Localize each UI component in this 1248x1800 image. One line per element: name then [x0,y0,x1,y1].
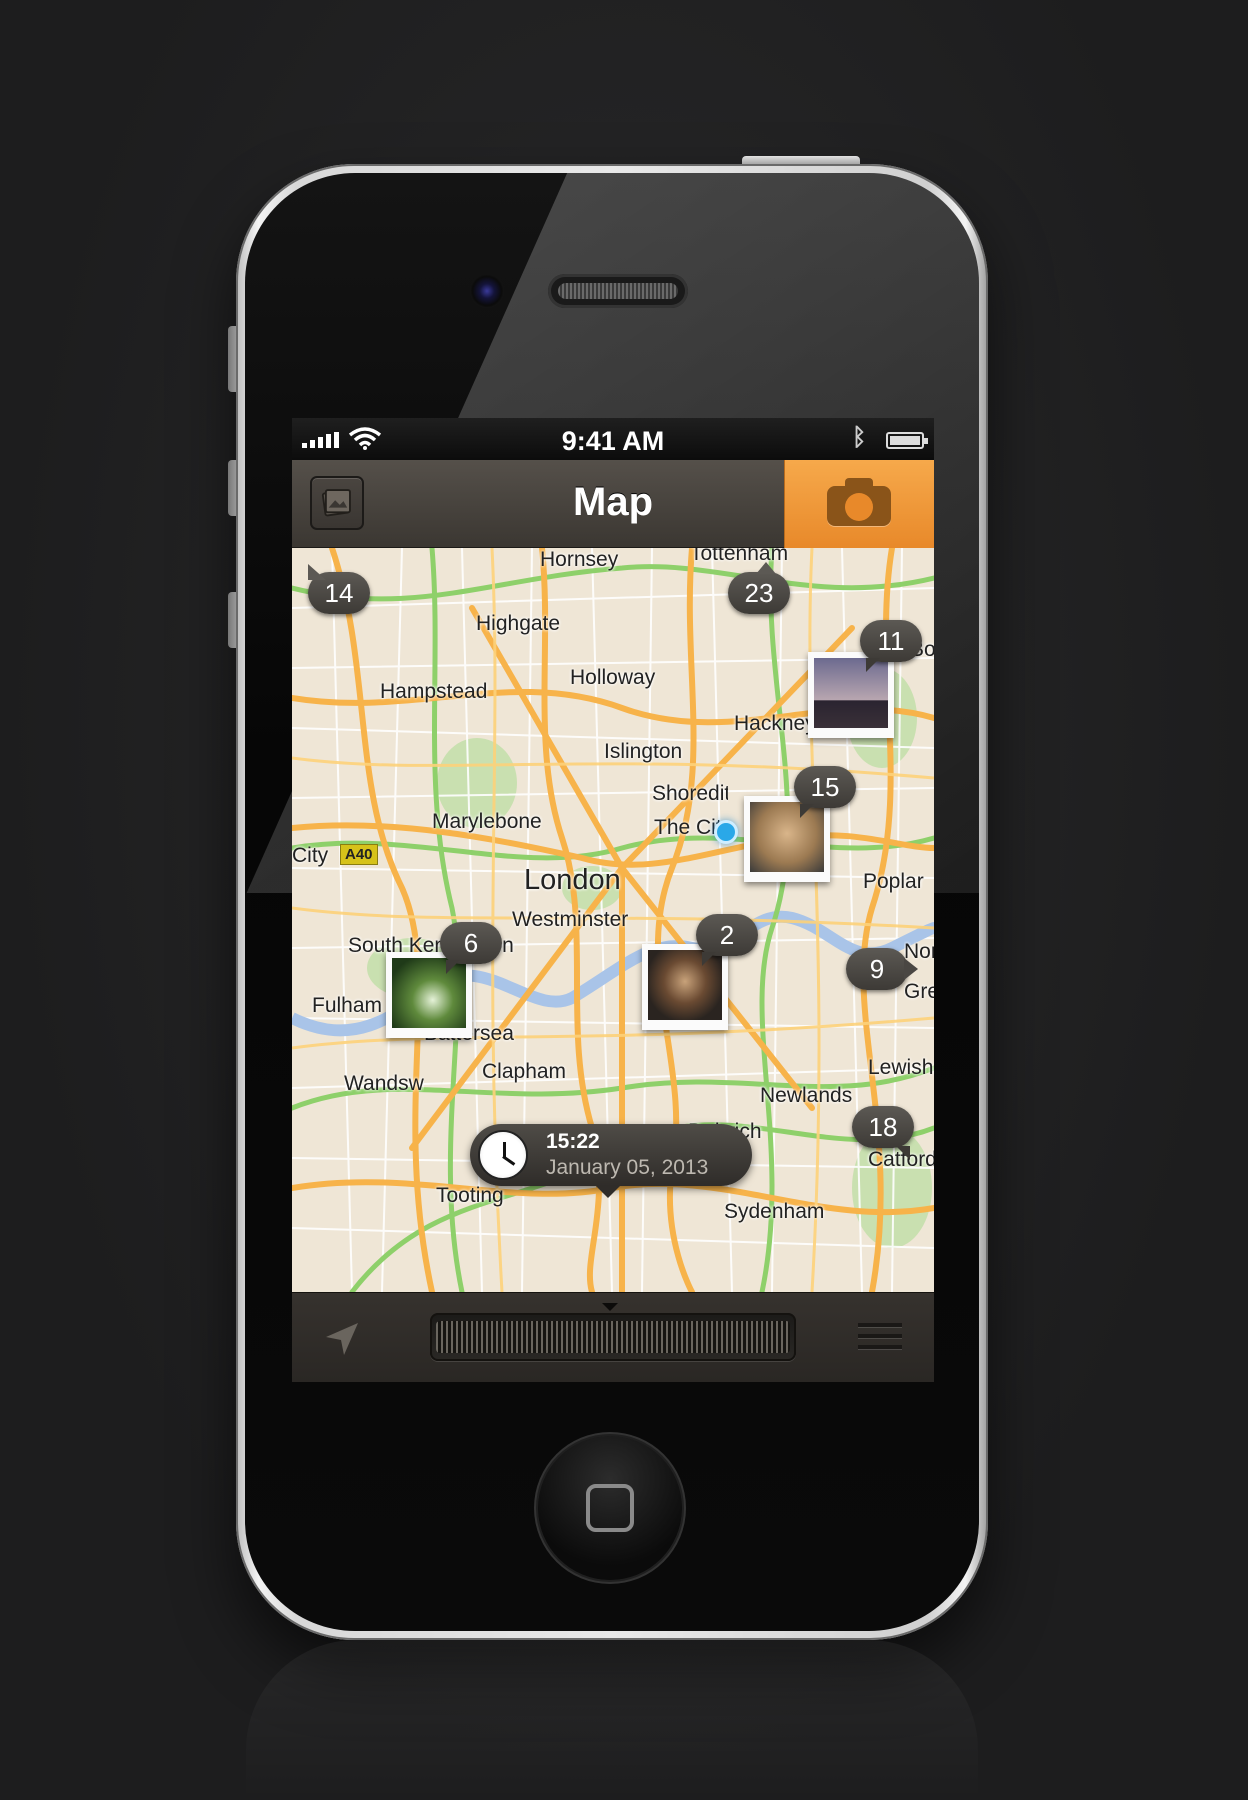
photo-cluster-badge[interactable]: 14 [308,564,370,614]
callout-date: January 05, 2013 [546,1156,709,1179]
place-label: Poplar [863,870,924,893]
photo-cluster-badge[interactable]: 18 [852,1106,914,1160]
road-badge: A40 [340,844,378,865]
place-label: Wandsworth [344,1072,424,1095]
photo-cluster-badge[interactable]: 11 [860,620,922,672]
timeline-scrubber[interactable] [430,1313,796,1361]
status-time: 9:41 AM [561,426,665,456]
photo-cluster-badge[interactable]: 2 [696,914,758,966]
status-bar: 9:41 AM ᛒ [292,418,934,460]
place-label: Hackney [734,712,816,735]
battery-icon [886,432,928,449]
location-arrow-icon[interactable] [322,1319,362,1359]
bluetooth-icon: ᛒ [852,424,867,451]
current-location-dot [714,820,738,844]
place-label: Sydenham [724,1200,825,1223]
phone-reflection [246,1640,978,1800]
place-label: London [524,864,621,896]
place-label: Westminster [512,908,629,931]
place-label: Hampstead [380,680,488,703]
place-label: Tooting [436,1184,504,1207]
bottom-toolbar [292,1292,934,1382]
place-label: Highgate [476,612,561,635]
map-view[interactable]: Hornsey Tottenham Highgate Holloway Hamp… [292,548,934,1292]
place-label: Newlands [760,1084,853,1107]
place-label: Islington [604,740,683,763]
menu-icon[interactable] [858,1323,902,1351]
photo-cluster-badge[interactable]: 6 [440,922,502,974]
place-label: Marylebone [432,810,542,833]
place-label: Shoreditch [652,782,728,805]
timestamp-callout: 15:22 January 05, 2013 [470,1124,752,1198]
photo-cluster-badge[interactable]: 23 [728,562,790,614]
home-button[interactable] [538,1436,682,1580]
photo-cluster-badge[interactable]: 15 [794,766,856,818]
place-label: Greenwich [904,980,934,1003]
place-label: Hornsey [540,548,619,571]
photo-cluster-badge[interactable]: 9 [846,948,918,990]
earpiece-speaker [548,274,688,308]
navigation-bar: Map [292,460,934,548]
place-label: Fulham [312,994,383,1017]
clock-icon [478,1130,528,1180]
background: 9:41 AM ᛒ Map Hornsey Tottenham Highgate… [0,0,1248,1800]
photo-thumbnail[interactable] [744,796,830,882]
place-label: Holloway [570,666,656,689]
front-camera [470,274,504,308]
camera-button[interactable] [784,460,934,548]
place-label: Clapham [482,1060,567,1083]
photo-thumbnail[interactable] [808,652,894,738]
screen: 9:41 AM ᛒ Map Hornsey Tottenham Highgate… [292,418,934,1382]
scrubber-position-marker [602,1303,618,1311]
callout-time: 15:22 [546,1130,600,1153]
place-label: City [292,844,329,867]
scrubber-ticks [436,1321,790,1353]
place-label: Lewisham [868,1056,934,1079]
camera-icon [827,478,891,526]
home-square-icon [586,1484,634,1532]
